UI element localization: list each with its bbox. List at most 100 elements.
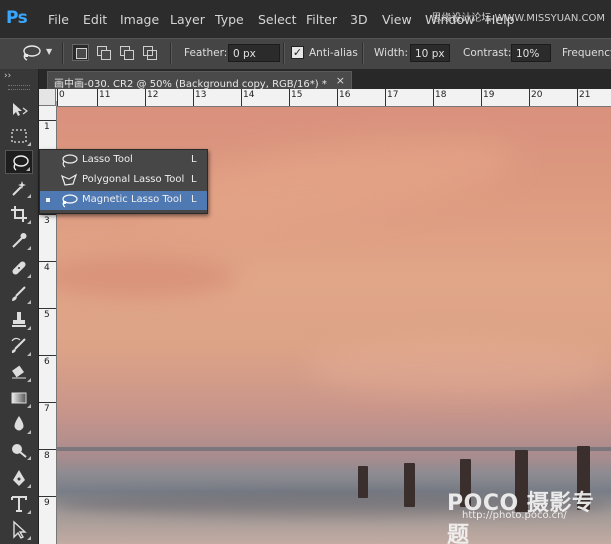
ruler-tick xyxy=(577,89,578,106)
crop-icon xyxy=(11,206,27,222)
ruler-tick xyxy=(241,89,242,106)
photoshop-logo: Ps xyxy=(6,8,28,28)
magnetic-lasso-icon[interactable] xyxy=(20,44,42,62)
sky-cloud xyxy=(307,337,607,397)
close-document-icon[interactable]: × xyxy=(336,74,345,87)
ruler-tick xyxy=(39,214,56,215)
menu-view[interactable]: View xyxy=(382,12,412,27)
flyout-item-magnetic-lasso[interactable]: Magnetic Lasso Tool L xyxy=(40,191,207,210)
ruler-label: 7 xyxy=(44,404,50,414)
panel-grip[interactable] xyxy=(8,85,30,90)
ruler-tick xyxy=(433,89,434,106)
blur-icon xyxy=(14,416,24,431)
magic-wand-icon xyxy=(12,181,26,196)
path-selection-icon xyxy=(13,520,27,539)
marquee-tool[interactable] xyxy=(5,124,33,148)
add-to-selection-button[interactable] xyxy=(95,44,112,61)
lasso-tool[interactable] xyxy=(5,150,33,174)
history-brush-icon xyxy=(11,337,26,353)
new-selection-button[interactable] xyxy=(72,44,89,61)
flyout-item-lasso[interactable]: Lasso Tool L xyxy=(40,151,207,170)
collapse-panel-button[interactable]: ›› xyxy=(4,71,11,81)
crop-tool[interactable] xyxy=(5,202,33,226)
menu-file[interactable]: File xyxy=(48,12,69,27)
menu-3d[interactable]: 3D xyxy=(350,12,368,27)
document-tab[interactable]: 画中画-030. CR2 @ 50% (Background copy, RGB… xyxy=(47,71,352,90)
flyout-item-label: Magnetic Lasso Tool xyxy=(82,194,182,205)
lasso-tool-flyout: Lasso Tool L Polygonal Lasso Tool L Magn… xyxy=(39,149,208,214)
move-icon xyxy=(13,103,28,116)
magic-wand-tool[interactable] xyxy=(5,176,33,200)
ruler-label: 1 xyxy=(44,122,50,132)
divider xyxy=(362,43,364,64)
blur-tool[interactable] xyxy=(5,412,33,436)
ruler-label: 16 xyxy=(339,90,351,100)
document-tab-bar: 画中画-030. CR2 @ 50% (Background copy, RGB… xyxy=(39,69,611,90)
tool-preset-caret-icon[interactable]: ▼ xyxy=(46,47,52,56)
ruler-label: 4 xyxy=(44,263,50,273)
eyedropper-tool[interactable] xyxy=(5,228,33,252)
healing-brush-icon xyxy=(12,261,26,275)
ruler-label: 8 xyxy=(44,451,50,461)
ruler-tick xyxy=(337,89,338,106)
antialias-checkbox[interactable]: ✓ xyxy=(291,46,304,59)
type-tool[interactable] xyxy=(5,492,33,516)
flyout-item-shortcut: L xyxy=(191,194,197,205)
ruler-tick xyxy=(39,402,56,403)
divider xyxy=(62,43,64,64)
healing-brush-tool[interactable] xyxy=(5,256,33,280)
pen-icon xyxy=(13,470,25,486)
ruler-tick xyxy=(39,120,56,121)
flyout-item-polygonal-lasso[interactable]: Polygonal Lasso Tool L xyxy=(40,171,207,190)
ruler-label: 0 xyxy=(59,90,65,100)
gradient-tool[interactable] xyxy=(5,386,33,410)
horizontal-ruler[interactable]: 0 11 12 13 14 15 16 17 18 19 20 21 xyxy=(56,89,611,107)
subtract-from-selection-button[interactable] xyxy=(118,44,135,61)
feather-input[interactable]: 0 px xyxy=(228,44,280,62)
ruler-label: 15 xyxy=(291,90,303,100)
menu-select[interactable]: Select xyxy=(258,12,297,27)
type-icon xyxy=(11,496,27,512)
menu-filter[interactable]: Filter xyxy=(306,12,337,27)
selected-bullet xyxy=(46,198,50,202)
magnetic-lasso-icon xyxy=(60,193,78,211)
menu-image[interactable]: Image xyxy=(120,12,159,27)
dodge-tool[interactable] xyxy=(5,438,33,462)
menu-edit[interactable]: Edit xyxy=(83,12,107,27)
menu-type[interactable]: Type xyxy=(215,12,244,27)
ruler-tick xyxy=(145,89,146,106)
ruler-tick xyxy=(39,308,56,309)
ruler-label: 14 xyxy=(243,90,255,100)
eraser-tool[interactable] xyxy=(5,360,33,384)
brush-icon xyxy=(12,286,26,301)
ruler-label: 6 xyxy=(44,357,50,367)
flyout-item-label: Polygonal Lasso Tool xyxy=(82,174,185,185)
width-input[interactable]: 10 px xyxy=(410,44,450,62)
clone-stamp-icon xyxy=(12,312,26,327)
ruler-tick xyxy=(385,89,386,106)
flyout-item-label: Lasso Tool xyxy=(82,154,133,165)
move-tool[interactable] xyxy=(5,98,33,122)
contrast-input[interactable]: 10% xyxy=(511,44,551,62)
ruler-tick xyxy=(39,496,56,497)
ruler-label: 13 xyxy=(195,90,207,100)
menu-layer[interactable]: Layer xyxy=(170,12,205,27)
ruler-label: 18 xyxy=(435,90,447,100)
pen-tool[interactable] xyxy=(5,466,33,490)
intersect-selection-button[interactable] xyxy=(141,44,158,61)
history-brush-tool[interactable] xyxy=(5,334,33,358)
flyout-item-shortcut: L xyxy=(191,174,197,185)
forum-watermark: 思缘设计论坛 WWW.MISSYUAN.COM xyxy=(431,13,605,24)
ruler-tick xyxy=(39,355,56,356)
ruler-origin[interactable] xyxy=(39,89,56,106)
ruler-ticks xyxy=(56,101,57,106)
document-title: 画中画-030. CR2 @ 50% (Background copy, RGB… xyxy=(54,79,327,90)
feather-label: Feather: xyxy=(184,47,228,59)
marquee-icon xyxy=(11,129,27,143)
eraser-icon xyxy=(12,365,26,379)
menu-bar: Ps File Edit Image Layer Type Select Fil… xyxy=(0,0,611,38)
path-selection-tool[interactable] xyxy=(5,518,33,542)
brush-tool[interactable] xyxy=(5,282,33,306)
options-bar: ▼ Feather: 0 px ✓ Anti-alias Width: 10 p… xyxy=(0,38,611,70)
clone-stamp-tool[interactable] xyxy=(5,308,33,332)
